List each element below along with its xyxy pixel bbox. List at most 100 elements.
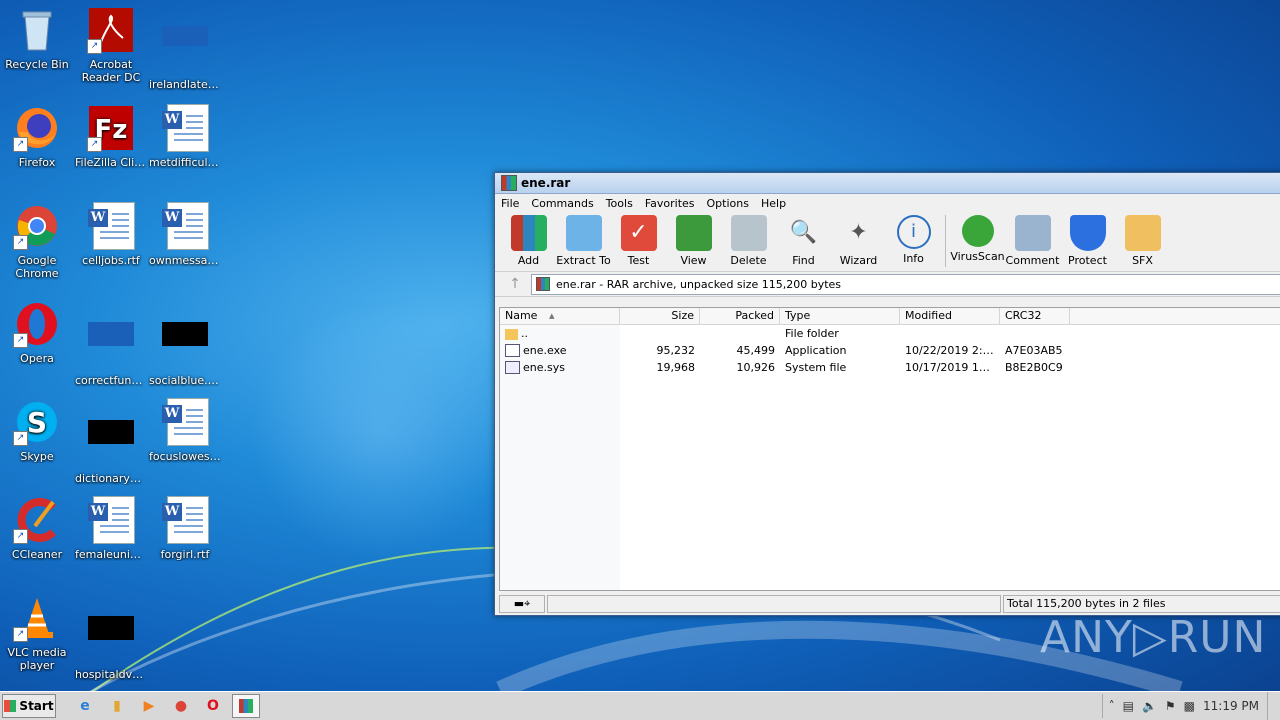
address-field[interactable]: ene.rar - RAR archive, unpacked size 115… [531,273,1280,295]
blank-file-icon [87,420,135,468]
comment-icon [1014,215,1051,251]
toolbar-add-button[interactable]: Add [501,213,556,267]
toolbar: Add Extract To ✓ Test View Delete 🔍 Find… [495,213,1280,272]
volume-icon[interactable]: 🔈 [1142,699,1157,713]
desktop-icon-metdifficult[interactable]: W metdifficult.rtf [148,104,222,169]
desktop-icon-ownmessag[interactable]: W ownmessag... [148,202,222,267]
tray-chevron-icon[interactable]: ˄ [1109,699,1115,713]
toolbar-view-button[interactable]: View [666,213,721,267]
column-packed[interactable]: Packed [700,308,780,324]
toolbar-wizard-button[interactable]: ✦ Wizard [831,213,886,267]
windows-logo-icon [4,700,17,712]
word-document-icon: W [161,496,209,544]
toolbar-extract-button[interactable]: Extract To [556,213,611,267]
menu-bar: File Commands Tools Favorites Options He… [495,194,1280,213]
desktop-icon-ccleaner[interactable]: ↗ CCleaner [0,496,74,561]
desktop-icon-chrome[interactable]: ↗ Google Chrome [0,202,74,280]
firefox-icon: ↗ [13,104,61,152]
desktop-icon-irelandlates[interactable]: irelandlates... [148,6,222,91]
desktop-icon-vlc[interactable]: ↗ VLC media player [0,594,74,672]
column-size[interactable]: Size [620,308,700,324]
svg-text:S: S [27,406,47,439]
magic-wand-icon: ✦ [849,220,868,245]
column-type[interactable]: Type [780,308,900,324]
toolbar-sfx-button[interactable]: SFX [1115,213,1170,267]
system-file-icon [505,361,520,375]
file-row-ene-exe[interactable]: ene.exe 95,232 45,499 Application 10/22/… [500,342,1280,359]
monitor-icon[interactable]: ▩ [1184,699,1195,713]
winrar-window[interactable]: ene.rar File Commands Tools Favorites Op… [494,172,1280,616]
toolbar-protect-button[interactable]: Protect [1060,213,1115,267]
word-document-icon: W [161,202,209,250]
filezilla-icon: Fz ↗ [87,104,135,152]
desktop-icon-skype[interactable]: S ↗ Skype [0,398,74,463]
trash-can-icon [730,215,767,251]
toolbar-test-button[interactable]: ✓ Test [611,213,666,267]
desktop-icon-femaleuniq[interactable]: W femaleuniq... [74,496,148,561]
blank-file-icon [87,322,135,370]
desktop-icon-firefox[interactable]: ↗ Firefox [0,104,74,169]
up-arrow-icon[interactable]: ↑ [499,274,531,294]
taskbar-opera-icon[interactable]: O [200,695,226,717]
clock[interactable]: 11:19 PM [1203,699,1259,713]
toolbar-virusscan-button[interactable]: VirusScan [950,213,1005,263]
info-icon: i [896,215,931,249]
start-button[interactable]: Start [2,694,56,718]
taskbar-chrome-icon[interactable]: ● [168,695,194,717]
menu-tools[interactable]: Tools [600,197,639,210]
status-selection [547,595,1001,613]
flag-icon[interactable]: ⚑ [1165,699,1176,713]
desktop-icon-forgirl[interactable]: W forgirl.rtf [148,496,222,561]
column-crc32[interactable]: CRC32 [1000,308,1070,324]
column-modified[interactable]: Modified [900,308,1000,324]
menu-options[interactable]: Options [701,197,755,210]
toolbar-comment-button[interactable]: Comment [1005,213,1060,267]
toolbar-separator [945,215,946,267]
network-icon[interactable]: ▤ [1123,699,1134,713]
desktop-icon-filezilla[interactable]: Fz ↗ FileZilla Client [74,104,148,169]
desktop-icon-acrobat[interactable]: ↗ Acrobat Reader DC [74,6,148,84]
word-document-icon: W [161,104,209,152]
desktop-icon-celljobs[interactable]: W celljobs.rtf [74,202,148,267]
show-desktop-button[interactable] [1267,692,1280,720]
menu-commands[interactable]: Commands [525,197,599,210]
taskbar-explorer-icon[interactable]: ▮ [104,695,130,717]
menu-help[interactable]: Help [755,197,792,210]
word-document-icon: W [87,496,135,544]
desktop-icon-recycle-bin[interactable]: Recycle Bin [0,6,74,71]
taskbar-ie-icon[interactable]: e [72,695,98,717]
desktop-icon-correctfund[interactable]: correctfund... [74,300,148,387]
file-row-parent[interactable]: .. File folder [500,325,1280,342]
window-titlebar[interactable]: ene.rar [495,173,1280,194]
desktop-icon-dictionarye[interactable]: dictionarye... [74,398,148,485]
acrobat-icon: ↗ [87,6,135,54]
rar-archive-icon [536,277,550,291]
desktop-icon-hospitaldvd[interactable]: hospitaldvd... [74,594,148,681]
menu-file[interactable]: File [495,197,525,210]
ccleaner-icon: ↗ [13,496,61,544]
recycle-bin-icon [13,6,61,54]
file-row-ene-sys[interactable]: ene.sys 19,968 10,926 System file 10/17/… [500,359,1280,376]
chrome-icon: ↗ [13,202,61,250]
sort-up-icon: ▴ [548,309,555,322]
image-file-icon [161,322,209,370]
sfx-box-icon [1124,215,1161,251]
taskbar-winrar-icon[interactable] [232,694,260,718]
status-total: Total 115,200 bytes in 2 files [1003,595,1280,613]
drive-key-icon[interactable]: ▬⌖ [499,595,545,613]
desktop-icon-socialblue[interactable]: socialblue.jpg [148,300,222,387]
column-name[interactable]: Name ▴ [500,308,620,324]
file-list[interactable]: Name ▴ Size Packed Type Modified CRC32 .… [499,307,1280,591]
desktop-icon-focuslowest[interactable]: W focuslowest... [148,398,222,463]
toolbar-info-button[interactable]: i Info [886,213,941,265]
blank-file-icon [87,616,135,664]
menu-favorites[interactable]: Favorites [639,197,701,210]
test-clipboard-icon: ✓ [620,215,657,251]
toolbar-find-button[interactable]: 🔍 Find [776,213,831,267]
anyrun-watermark: ANY▷RUN [1040,612,1267,663]
taskbar-media-player-icon[interactable]: ▶ [136,695,162,717]
toolbar-delete-button[interactable]: Delete [721,213,776,267]
window-title: ene.rar [521,176,571,190]
shield-icon [1069,215,1106,251]
desktop-icon-opera[interactable]: ↗ Opera [0,300,74,365]
